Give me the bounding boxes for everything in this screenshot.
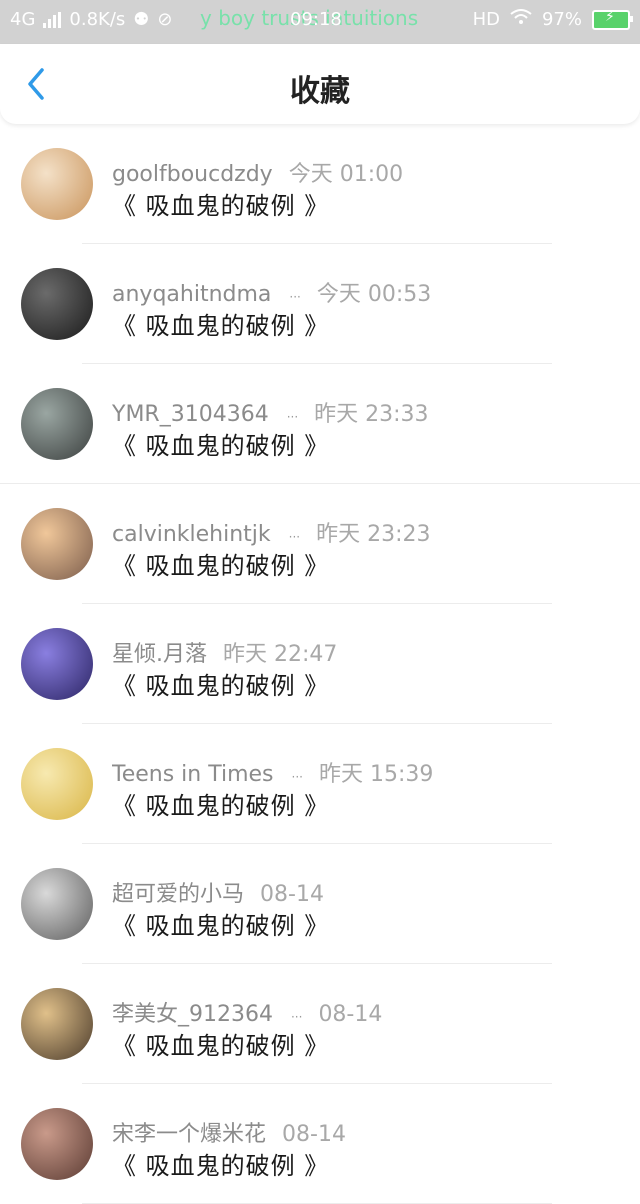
timestamp: 08-14 <box>318 1002 383 1027</box>
avatar[interactable] <box>21 148 93 220</box>
item-title: 《 吸血鬼的破例 》 <box>112 312 330 340</box>
item-title: 《 吸血鬼的破例 》 <box>112 672 330 700</box>
signal-icon <box>43 11 62 28</box>
user-name: Teens in Times <box>112 762 274 787</box>
page-title: 收藏 <box>290 74 350 109</box>
user-name: calvinklehintjk <box>112 522 271 547</box>
avatar[interactable] <box>21 868 93 940</box>
timestamp: 今天 00:53 <box>316 282 432 307</box>
item-meta: 星倾.月落 昨天 22:47 <box>112 636 337 668</box>
item-title: 《 吸血鬼的破例 》 <box>112 912 330 940</box>
avatar[interactable] <box>21 988 93 1060</box>
network-label: 4G <box>10 9 36 30</box>
user-name: 星倾.月落 <box>112 642 207 667</box>
list-item[interactable]: YMR_3104364 ··· 昨天 23:33 《 吸血鬼的破例 》 <box>0 364 640 484</box>
timestamp: 昨天 22:47 <box>223 642 338 667</box>
item-title: 《 吸血鬼的破例 》 <box>112 552 330 580</box>
item-meta: calvinklehintjk ··· 昨天 23:23 <box>112 516 431 548</box>
avatar[interactable] <box>21 628 93 700</box>
avatar[interactable] <box>21 748 93 820</box>
name-ellipsis: ··· <box>289 290 301 304</box>
item-meta: YMR_3104364 ··· 昨天 23:33 <box>112 396 429 428</box>
user-name: 超可爱的小马 <box>112 882 245 907</box>
item-meta: goolfboucdzdy 今天 01:00 <box>112 156 403 188</box>
favorites-list: goolfboucdzdy 今天 01:00 《 吸血鬼的破例 》 anyqahitn… <box>0 124 640 1204</box>
timestamp: 今天 01:00 <box>288 162 404 187</box>
header: 收藏 <box>0 44 640 124</box>
item-title: 《 吸血鬼的破例 》 <box>112 192 330 220</box>
status-bar: 4G 0.8K/s ⚉ ⊘ y boy trusts intuitions 09… <box>0 0 640 44</box>
item-meta: 李美女_912364 ··· 08-14 <box>112 996 382 1028</box>
hd-label: HD <box>472 9 500 30</box>
list-item[interactable]: anyqahitndma ··· 今天 00:53 《 吸血鬼的破例 》 <box>0 244 640 364</box>
status-left: 4G 0.8K/s ⚉ ⊘ <box>10 9 173 30</box>
list-item[interactable]: 宋李一个爆米花 08-14 《 吸血鬼的破例 》 <box>0 1084 640 1204</box>
list-item[interactable]: 星倾.月落 昨天 22:47 《 吸血鬼的破例 》 <box>0 604 640 724</box>
battery-icon: ⚡ <box>592 9 633 30</box>
item-meta: Teens in Times ··· 昨天 15:39 <box>112 756 433 788</box>
avatar[interactable] <box>21 268 93 340</box>
item-title: 《 吸血鬼的破例 》 <box>112 792 330 820</box>
item-meta: anyqahitndma ··· 今天 00:53 <box>112 276 431 308</box>
user-name: goolfboucdzdy <box>112 162 273 187</box>
user-name: YMR_3104364 <box>112 402 269 427</box>
item-title: 《 吸血鬼的破例 》 <box>112 1032 330 1060</box>
timestamp: 昨天 23:23 <box>316 522 431 547</box>
network-speed: 0.8K/s <box>69 9 126 30</box>
item-title: 《 吸血鬼的破例 》 <box>112 1152 330 1180</box>
name-ellipsis: ··· <box>290 1010 303 1024</box>
wifi-icon <box>510 9 532 30</box>
list-item[interactable]: 超可爱的小马 08-14 《 吸血鬼的破例 》 <box>0 844 640 964</box>
timestamp: 08-14 <box>260 882 324 907</box>
status-time: 09:18 <box>290 9 342 30</box>
avatar[interactable] <box>21 388 93 460</box>
list-item[interactable]: Teens in Times ··· 昨天 15:39 《 吸血鬼的破例 》 <box>0 724 640 844</box>
status-right: HD 97% ⚡ <box>472 9 633 30</box>
user-name: 宋李一个爆米花 <box>112 1122 267 1147</box>
name-ellipsis: ··· <box>291 770 303 784</box>
timestamp: 昨天 15:39 <box>318 762 434 787</box>
avatar[interactable] <box>21 508 93 580</box>
user-name: 李美女_912364 <box>112 1002 273 1027</box>
timestamp: 昨天 23:33 <box>314 402 429 427</box>
app-notification-icon: ⚉ <box>133 9 150 30</box>
user-name: anyqahitndma <box>112 282 272 307</box>
list-item[interactable]: calvinklehintjk ··· 昨天 23:23 《 吸血鬼的破例 》 <box>0 484 640 604</box>
avatar[interactable] <box>21 1108 93 1180</box>
list-item[interactable]: goolfboucdzdy 今天 01:00 《 吸血鬼的破例 》 <box>0 124 640 244</box>
item-title: 《 吸血鬼的破例 》 <box>112 432 330 460</box>
app-notification-icon-2: ⊘ <box>157 9 173 30</box>
timestamp: 08-14 <box>282 1122 346 1147</box>
item-meta: 宋李一个爆米花 08-14 <box>112 1116 346 1148</box>
name-ellipsis: ··· <box>288 530 301 544</box>
name-ellipsis: ··· <box>286 410 299 424</box>
list-item[interactable]: 李美女_912364 ··· 08-14 《 吸血鬼的破例 》 <box>0 964 640 1084</box>
item-meta: 超可爱的小马 08-14 <box>112 876 324 908</box>
battery-percent: 97% <box>541 9 582 30</box>
